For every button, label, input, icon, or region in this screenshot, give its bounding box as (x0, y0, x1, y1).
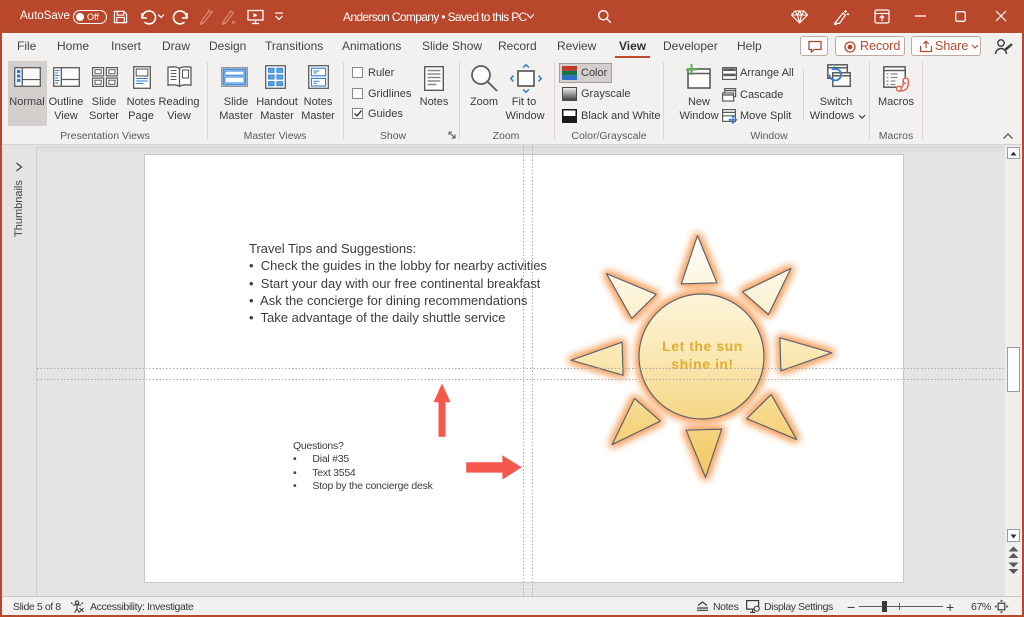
svg-text:shine in!: shine in! (671, 356, 734, 372)
svg-text:Let the sun: Let the sun (662, 338, 743, 354)
